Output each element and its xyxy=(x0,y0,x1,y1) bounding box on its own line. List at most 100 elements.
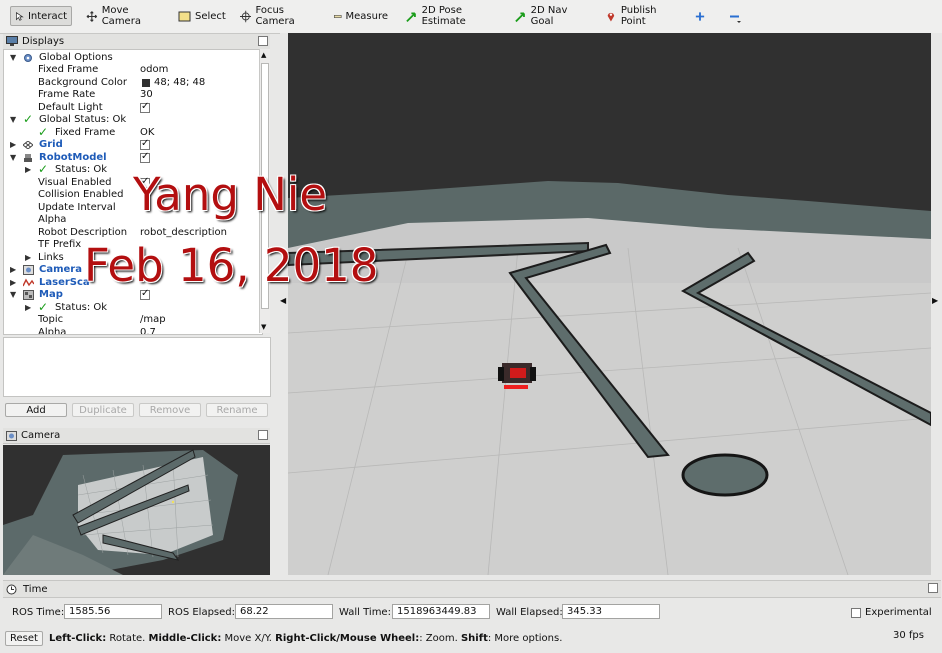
tree-label: Visual Enabled xyxy=(38,177,112,188)
ros-time-field[interactable]: 1585.56 xyxy=(64,604,162,619)
tree-row-robot-description[interactable]: Robot Description robot_description xyxy=(4,227,262,239)
monitor-icon xyxy=(6,36,18,46)
add-tool-button[interactable] xyxy=(690,6,710,26)
tree-row-grid[interactable]: ▶ Grid xyxy=(4,138,262,151)
tree-row-global-options[interactable]: ▼ Global Options xyxy=(4,52,262,64)
collapsed-arrow-icon[interactable]: ▶ xyxy=(25,252,33,264)
tree-value[interactable]: /map xyxy=(140,314,166,326)
tool-label: Publish Point xyxy=(620,5,657,27)
camera-image-view[interactable] xyxy=(3,445,270,575)
tree-row-fixed-frame[interactable]: Fixed Frame odom xyxy=(4,64,262,76)
tree-value[interactable]: 0.7 xyxy=(140,327,156,334)
robotmodel-enabled-checkbox[interactable] xyxy=(140,151,150,163)
status-right-click: Right-Click/Mouse Wheel: xyxy=(275,633,420,644)
remove-tool-dropdown[interactable] xyxy=(724,6,750,26)
3d-render-view[interactable] xyxy=(288,33,931,575)
check-ok-icon: ✓ xyxy=(38,300,49,314)
property-description-box xyxy=(3,337,271,397)
left-splitter[interactable]: ◀ xyxy=(280,33,288,575)
status-shift-action: : More options. xyxy=(487,633,563,644)
tree-row-background-color[interactable]: Background Color 48; 48; 48 xyxy=(4,77,262,89)
camera-float-checkbox[interactable] xyxy=(258,430,268,440)
tree-row-status-fixed-frame[interactable]: ✓ Fixed Frame OK xyxy=(4,125,262,139)
right-splitter[interactable]: ▶ xyxy=(931,33,942,575)
minus-dropdown-icon xyxy=(730,15,741,23)
map-icon xyxy=(23,290,34,300)
nav-goal-tool-button[interactable]: 2D Nav Goal xyxy=(511,5,591,27)
tree-value[interactable]: 30 xyxy=(140,89,153,101)
pose-estimate-tool-button[interactable]: 2D Pose Estimate xyxy=(402,5,504,27)
experimental-checkbox[interactable] xyxy=(851,608,861,618)
tree-label: TF Prefix xyxy=(38,239,82,250)
status-help-text: Left-Click: Rotate. Middle-Click: Move X… xyxy=(49,633,562,644)
wall-time-field[interactable]: 1518963449.83 xyxy=(392,604,490,619)
measure-ruler-icon xyxy=(334,14,342,18)
tree-value[interactable]: 48; 48; 48 xyxy=(154,77,205,89)
tool-label: Move Camera xyxy=(101,5,141,27)
tree-label: Fixed Frame xyxy=(55,127,116,138)
tree-label: Default Light xyxy=(38,102,103,113)
grid-enabled-checkbox[interactable] xyxy=(140,138,150,150)
expanded-arrow-icon[interactable]: ▼ xyxy=(10,114,18,126)
default-light-checkbox[interactable] xyxy=(140,101,150,113)
collapsed-arrow-icon[interactable]: ▶ xyxy=(25,302,33,314)
reset-button[interactable]: Reset xyxy=(5,631,43,646)
duplicate-display-button[interactable]: Duplicate xyxy=(72,403,134,417)
tree-value[interactable]: odom xyxy=(140,64,168,76)
rename-display-button[interactable]: Rename xyxy=(206,403,268,417)
gear-icon xyxy=(24,54,32,62)
move-camera-tool-button[interactable]: Move Camera xyxy=(82,5,168,27)
tree-label: Update Interval xyxy=(38,202,116,213)
tool-label: 2D Pose Estimate xyxy=(421,5,466,27)
wall-elapsed-field[interactable]: 345.33 xyxy=(562,604,660,619)
measure-tool-button[interactable]: Measure xyxy=(330,6,392,26)
fps-readout: 30 fps xyxy=(893,630,924,641)
expanded-arrow-icon[interactable]: ▼ xyxy=(10,52,18,64)
ros-elapsed-label: ROS Elapsed: xyxy=(168,607,235,618)
remove-display-button[interactable]: Remove xyxy=(139,403,201,417)
interact-tool-button[interactable]: Interact xyxy=(10,6,72,26)
focus-camera-tool-button[interactable]: Focus Camera xyxy=(236,5,322,27)
displays-panel-header: Displays xyxy=(3,34,270,50)
check-ok-icon: ✓ xyxy=(38,125,49,139)
collapsed-arrow-icon[interactable]: ▶ xyxy=(25,164,33,176)
check-ok-icon: ✓ xyxy=(23,112,34,126)
collapsed-arrow-icon[interactable]: ▶ xyxy=(10,277,18,289)
time-panel-title: Time xyxy=(23,583,48,595)
3d-scene-graphic xyxy=(288,33,931,575)
scroll-up-icon[interactable]: ▲ xyxy=(261,51,266,59)
time-panel-header: Time xyxy=(3,580,941,598)
color-swatch[interactable] xyxy=(142,79,150,87)
tree-label: Collision Enabled xyxy=(38,189,124,200)
tree-label: Alpha xyxy=(38,327,67,335)
status-right-click-action: : Zoom. xyxy=(419,633,461,644)
camera-icon xyxy=(6,430,17,441)
collapsed-arrow-icon[interactable]: ▶ xyxy=(10,264,18,276)
tree-value[interactable]: robot_description xyxy=(140,227,227,239)
displays-float-checkbox[interactable] xyxy=(258,36,268,46)
ros-elapsed-field[interactable]: 68.22 xyxy=(235,604,333,619)
tree-label: Grid xyxy=(39,139,63,150)
tree-row-topic[interactable]: Topic /map xyxy=(4,314,262,326)
tree-row-default-light[interactable]: Default Light xyxy=(4,101,262,114)
expanded-arrow-icon[interactable]: ▼ xyxy=(10,152,18,164)
tree-label: Robot Description xyxy=(38,227,128,238)
tree-label: Background Color xyxy=(38,77,127,88)
add-display-button[interactable]: Add xyxy=(5,403,67,417)
time-float-checkbox[interactable] xyxy=(928,583,938,593)
collapsed-arrow-icon[interactable]: ▶ xyxy=(10,139,18,151)
collapse-right-icon[interactable]: ▶ xyxy=(932,296,938,305)
collapse-left-icon[interactable]: ◀ xyxy=(280,296,286,305)
publish-point-tool-button[interactable]: Publish Point xyxy=(601,5,683,27)
tree-label: Camera xyxy=(39,264,82,275)
experimental-label: Experimental xyxy=(865,607,932,618)
tree-label: Global Status: Ok xyxy=(39,114,127,125)
tree-row-map-alpha[interactable]: Alpha 0.7 xyxy=(4,327,262,335)
select-tool-button[interactable]: Select xyxy=(174,6,230,26)
expanded-arrow-icon[interactable]: ▼ xyxy=(10,289,18,301)
scroll-down-icon[interactable]: ▼ xyxy=(261,323,266,331)
tree-row-map-status[interactable]: ▶ ✓ Status: Ok xyxy=(4,300,262,314)
tree-row-frame-rate[interactable]: Frame Rate 30 xyxy=(4,89,262,101)
tree-label: Links xyxy=(38,252,64,263)
status-left-click-action: Rotate. xyxy=(106,633,149,644)
